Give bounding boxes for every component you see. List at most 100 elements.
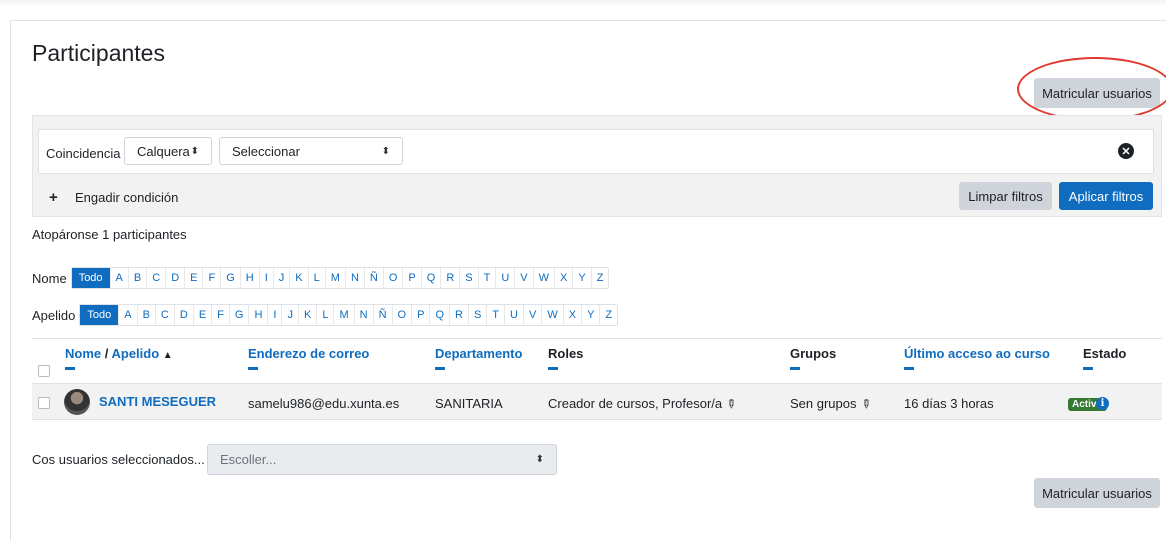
first-initial-h[interactable]: H [239,268,259,288]
avatar [64,389,90,415]
last-initial-i[interactable]: I [267,305,281,325]
first-initial-all[interactable]: Todo [71,268,110,288]
last-initial-f[interactable]: F [211,305,229,325]
first-initial-x[interactable]: X [554,268,572,288]
select-all-checkbox[interactable] [38,365,50,377]
row-checkbox[interactable] [38,397,50,409]
first-initial-ñ[interactable]: Ñ [363,268,383,288]
first-initial-z[interactable]: Z [590,268,609,288]
first-initial-c[interactable]: C [146,268,165,288]
first-initial-n[interactable]: N [344,268,364,288]
last-initial-c[interactable]: C [154,305,174,325]
collapse-department-icon[interactable] [435,367,445,370]
first-initial-letters: Todo ABCDEFGHIJKLMNÑOPQRSTUVWXYZ [70,267,610,289]
first-initial-d[interactable]: D [165,268,184,288]
first-initial-b[interactable]: B [127,268,146,288]
collapse-roles-icon[interactable] [548,367,558,370]
collapse-email-icon[interactable] [248,367,258,370]
sort-by-name-link[interactable]: Nome [65,346,101,361]
last-initial-j[interactable]: J [281,305,298,325]
last-initial-y[interactable]: Y [581,305,599,325]
collapse-last-access-icon[interactable] [904,367,914,370]
last-initial-m[interactable]: M [333,305,353,325]
participant-email: samelu986@edu.xunta.es [248,396,400,411]
match-select-value: Calquera [137,143,190,159]
header-last-access[interactable]: Último acceso ao curso [904,346,1050,361]
last-initial-s[interactable]: S [467,305,486,325]
header-roles: Roles [548,346,584,361]
first-initial-q[interactable]: Q [420,268,441,288]
clear-filters-button[interactable]: Limpar filtros [959,182,1052,210]
first-initial-i[interactable]: I [258,268,273,288]
last-initial-z[interactable]: Z [599,305,617,325]
last-initial-bar: Apelido Todo ABCDEFGHIJKLMNÑOPQRSTUVWXYZ [32,304,619,326]
participant-name-link[interactable]: SANTI MESEGUER [99,394,216,409]
last-initial-v[interactable]: V [522,305,541,325]
last-initial-d[interactable]: D [173,305,193,325]
first-initial-p[interactable]: P [402,268,420,288]
collapse-groups-icon[interactable] [790,367,800,370]
select-caret-icon: ⬍ [381,145,390,157]
select-caret-icon: ⬍ [535,454,544,465]
first-initial-o[interactable]: O [382,268,403,288]
first-initial-u[interactable]: U [495,268,514,288]
last-initial-letters: Todo ABCDEFGHIJKLMNÑOPQRSTUVWXYZ [79,304,619,326]
enrol-users-button-bottom[interactable]: Matricular usuarios [1034,478,1160,508]
last-initial-r[interactable]: R [449,305,468,325]
participant-department: SANITARIA [435,396,503,411]
last-initial-x[interactable]: X [562,305,581,325]
first-initial-m[interactable]: M [324,268,345,288]
bulk-action-placeholder: Escoller... [220,452,277,467]
last-initial-l[interactable]: L [316,305,333,325]
first-initial-k[interactable]: K [289,268,307,288]
first-initial-f[interactable]: F [202,268,220,288]
last-initial-k[interactable]: K [297,305,316,325]
sort-by-surname-link[interactable]: Apelido [111,346,159,361]
last-initial-q[interactable]: Q [429,305,449,325]
bulk-action-select[interactable]: Escoller... ⬍ [207,444,557,475]
last-initial-all[interactable]: Todo [80,305,119,325]
match-label: Coincidencia [46,146,121,161]
last-initial-u[interactable]: U [504,305,523,325]
last-initial-e[interactable]: E [192,305,211,325]
last-initial-h[interactable]: H [248,305,267,325]
filter-type-select[interactable]: Seleccionar ⬍ [219,137,403,165]
first-initial-l[interactable]: L [307,268,325,288]
last-initial-w[interactable]: W [541,305,562,325]
remove-condition-icon[interactable]: ✕ [1118,143,1134,159]
last-initial-a[interactable]: A [118,305,136,325]
header-email[interactable]: Enderezo de correo [248,346,369,361]
header-status: Estado [1083,346,1127,361]
info-icon[interactable]: i [1096,397,1109,410]
match-select[interactable]: Calquera ⬍ [124,137,212,165]
last-initial-g[interactable]: G [228,305,249,325]
first-initial-e[interactable]: E [184,268,202,288]
first-initial-s[interactable]: S [459,268,477,288]
last-initial-p[interactable]: P [411,305,429,325]
add-condition-link[interactable]: Engadir condición [75,190,178,205]
last-initial-n[interactable]: N [353,305,373,325]
plus-icon: + [49,189,58,206]
first-initial-w[interactable]: W [532,268,554,288]
first-initial-g[interactable]: G [220,268,240,288]
first-initial-a[interactable]: A [109,268,128,288]
first-initial-t[interactable]: T [477,268,496,288]
apply-filters-button[interactable]: Aplicar filtros [1059,182,1153,210]
first-initial-r[interactable]: R [440,268,459,288]
first-initial-j[interactable]: J [272,268,290,288]
first-initial-y[interactable]: Y [572,268,590,288]
last-initial-b[interactable]: B [136,305,155,325]
first-initial-label: Nome [32,270,67,286]
last-initial-ñ[interactable]: Ñ [372,305,392,325]
table-top-border [32,338,1162,339]
select-caret-icon: ⬍ [190,145,199,157]
collapse-name-icon[interactable] [65,367,75,370]
enrol-users-button[interactable]: Matricular usuarios [1034,78,1160,108]
participant-last-access: 16 días 3 horas [904,396,994,411]
header-department[interactable]: Departamento [435,346,522,361]
last-initial-label: Apelido [32,307,76,323]
last-initial-t[interactable]: T [486,305,504,325]
first-initial-v[interactable]: V [514,268,532,288]
last-initial-o[interactable]: O [391,305,412,325]
collapse-status-icon[interactable] [1083,367,1093,370]
